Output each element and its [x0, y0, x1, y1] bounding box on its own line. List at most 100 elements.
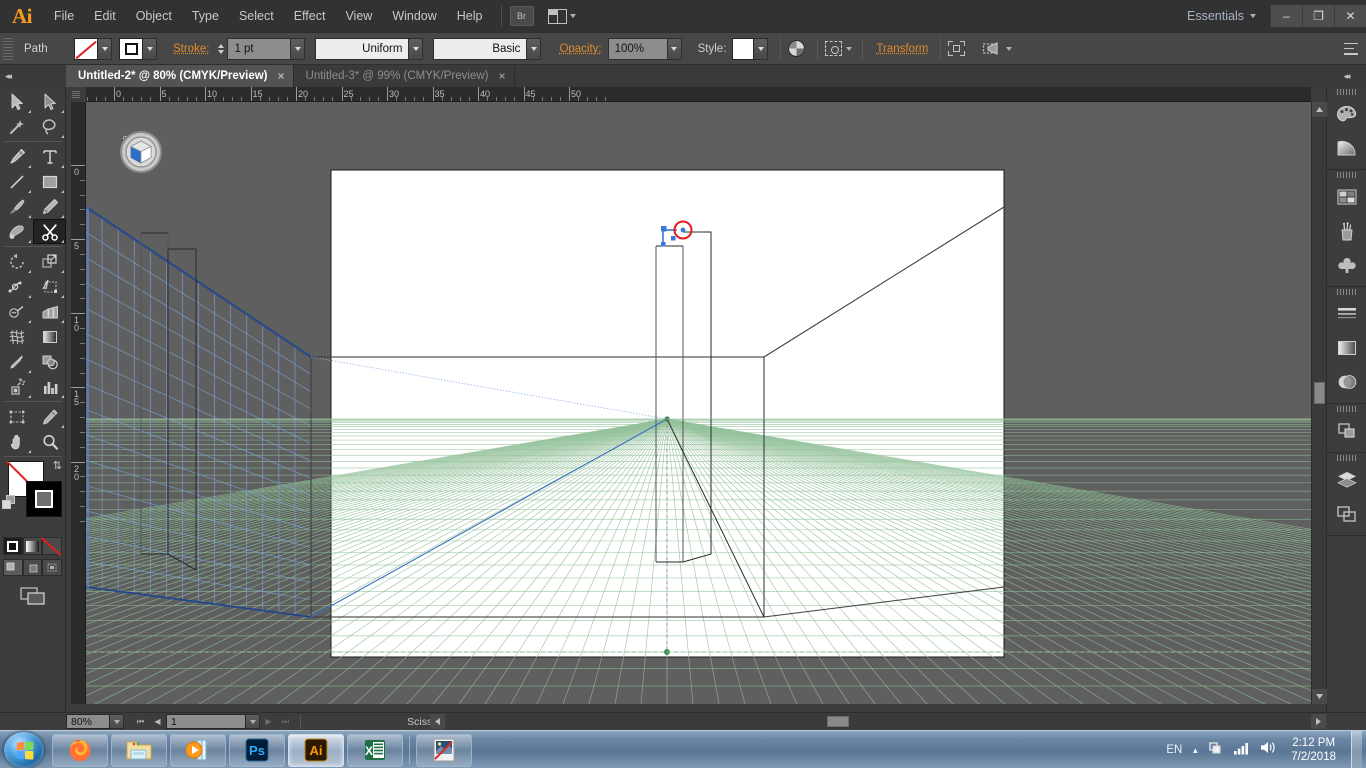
- color-panel-icon[interactable]: [1327, 97, 1366, 131]
- action-center-icon[interactable]: [1208, 740, 1224, 761]
- gradient-panel-icon[interactable]: [1327, 331, 1366, 365]
- taskbar-illustrator[interactable]: Ai: [288, 733, 344, 767]
- scale-tool[interactable]: [33, 249, 66, 274]
- scroll-left-button[interactable]: [430, 714, 445, 729]
- menu-edit[interactable]: Edit: [84, 0, 126, 32]
- magic-wand-tool[interactable]: [0, 114, 33, 139]
- start-button[interactable]: [4, 732, 44, 768]
- width-profile-dropdown-arrow[interactable]: [409, 37, 424, 60]
- selection-tool[interactable]: [0, 89, 33, 114]
- scissors-tool[interactable]: [33, 219, 66, 244]
- eyedropper-tool[interactable]: [0, 349, 33, 374]
- color-mode-button[interactable]: [3, 537, 23, 555]
- panel-gripper[interactable]: [1327, 404, 1366, 414]
- close-button[interactable]: ✕: [1334, 5, 1366, 27]
- collapse-right-icon[interactable]: ◂◂: [1343, 71, 1350, 82]
- variable-width-profile-control[interactable]: Uniform: [315, 37, 424, 60]
- workspace-switcher[interactable]: Essentials: [1187, 9, 1250, 23]
- stroke-weight-dropdown-arrow[interactable]: [291, 37, 306, 60]
- control-bar-overflow[interactable]: [1344, 42, 1366, 55]
- stroke-weight-value[interactable]: 1 pt: [227, 37, 292, 60]
- horizontal-ruler[interactable]: 0 5 10 15 20 25 30 35 40 45 50: [86, 87, 1311, 102]
- menu-type[interactable]: Type: [182, 0, 229, 32]
- gradient-tool[interactable]: [33, 324, 66, 349]
- column-graph-tool[interactable]: [33, 374, 66, 399]
- canvas-horizontal-scrollbar[interactable]: [430, 713, 1326, 730]
- tabbar-right-collapse[interactable]: ◂◂: [1326, 65, 1366, 87]
- color-guide-panel-icon[interactable]: [1327, 131, 1366, 165]
- fill-control[interactable]: [74, 37, 112, 60]
- draw-behind-button[interactable]: [22, 559, 43, 576]
- taskbar-file-explorer[interactable]: [111, 733, 167, 767]
- screen-mode-icon[interactable]: [19, 586, 47, 606]
- gradient-mode-button[interactable]: [22, 537, 43, 555]
- rotate-tool[interactable]: [0, 249, 33, 274]
- opacity-label[interactable]: Opacity:: [553, 43, 607, 55]
- collapse-left-icon[interactable]: ◂◂: [5, 71, 12, 82]
- default-fill-stroke-icon[interactable]: [2, 495, 15, 513]
- pathfinder-button[interactable]: [981, 39, 1013, 59]
- transform-button[interactable]: Transform: [870, 43, 934, 55]
- menu-select[interactable]: Select: [229, 0, 284, 32]
- shape-builder-tool[interactable]: [0, 299, 33, 324]
- isolate-selected-icon[interactable]: [948, 41, 966, 56]
- clock[interactable]: 2:12 PM 7/2/2018: [1285, 736, 1342, 764]
- close-icon[interactable]: ×: [278, 70, 285, 82]
- first-artboard-button[interactable]: ⏮: [132, 714, 149, 729]
- type-tool[interactable]: [33, 144, 66, 169]
- none-mode-button[interactable]: [42, 537, 63, 555]
- last-artboard-button[interactable]: ⏭: [277, 714, 294, 729]
- tab-untitled-3[interactable]: Untitled-3* @ 99% (CMYK/Preview) ×: [293, 65, 515, 87]
- scroll-right-button[interactable]: [1311, 714, 1326, 729]
- free-transform-tool[interactable]: [33, 274, 66, 299]
- brushes-panel-icon[interactable]: [1327, 214, 1366, 248]
- rectangle-tool[interactable]: [33, 169, 66, 194]
- next-artboard-button[interactable]: ▶: [260, 714, 277, 729]
- graphic-style-swatch[interactable]: [732, 37, 755, 60]
- stroke-dropdown-arrow[interactable]: [143, 37, 157, 60]
- blend-tool[interactable]: [33, 349, 66, 374]
- stroke-color-swatch[interactable]: [26, 481, 62, 517]
- mesh-tool[interactable]: [0, 324, 33, 349]
- stroke-swatch[interactable]: [119, 37, 143, 60]
- control-bar-gripper[interactable]: [3, 37, 13, 60]
- previous-artboard-button[interactable]: ◀: [149, 714, 166, 729]
- layers-panel-icon[interactable]: [1327, 463, 1366, 497]
- symbols-panel-icon[interactable]: [1327, 248, 1366, 282]
- swatches-panel-icon[interactable]: [1327, 180, 1366, 214]
- horizontal-scroll-thumb[interactable]: [827, 716, 849, 727]
- panel-gripper[interactable]: [1327, 453, 1366, 463]
- panel-gripper[interactable]: [1327, 170, 1366, 180]
- panel-menu-icon[interactable]: [1344, 42, 1358, 55]
- zoom-tool[interactable]: [33, 429, 66, 454]
- workspace-chevron-down-icon[interactable]: [1250, 14, 1256, 18]
- slice-tool[interactable]: [33, 404, 66, 429]
- pathfinder-panel-icon[interactable]: [1327, 414, 1366, 448]
- taskbar-media-player[interactable]: [170, 733, 226, 767]
- graphic-style-control[interactable]: [732, 37, 769, 60]
- transparency-panel-icon[interactable]: [1327, 365, 1366, 399]
- menu-effect[interactable]: Effect: [284, 0, 336, 32]
- menu-help[interactable]: Help: [447, 0, 493, 32]
- menu-view[interactable]: View: [335, 0, 382, 32]
- stroke-weight-stepper[interactable]: [215, 38, 227, 60]
- vertical-ruler[interactable]: 0 5 10 15 20: [71, 102, 86, 704]
- artboard-number-field[interactable]: 1: [166, 714, 246, 729]
- pen-tool[interactable]: [0, 144, 33, 169]
- line-segment-tool[interactable]: [0, 169, 33, 194]
- taskbar-firefox[interactable]: [52, 733, 108, 767]
- opacity-control[interactable]: 100%: [607, 37, 682, 60]
- canvas-vertical-scrollbar[interactable]: [1311, 102, 1327, 704]
- network-signal-icon[interactable]: [1233, 741, 1250, 760]
- panel-gripper[interactable]: [1327, 87, 1366, 97]
- language-indicator[interactable]: EN: [1166, 744, 1182, 756]
- opacity-value[interactable]: 100%: [607, 37, 668, 60]
- menu-window[interactable]: Window: [382, 0, 446, 32]
- stroke-panel-icon[interactable]: [1327, 297, 1366, 331]
- volume-icon[interactable]: [1259, 740, 1276, 760]
- recolor-artwork-icon[interactable]: [788, 40, 806, 57]
- symbol-sprayer-tool[interactable]: [0, 374, 33, 399]
- artboards-panel-icon[interactable]: [1327, 497, 1366, 531]
- restore-button[interactable]: ❐: [1302, 5, 1334, 27]
- brush-definition-dropdown-arrow[interactable]: [527, 37, 542, 60]
